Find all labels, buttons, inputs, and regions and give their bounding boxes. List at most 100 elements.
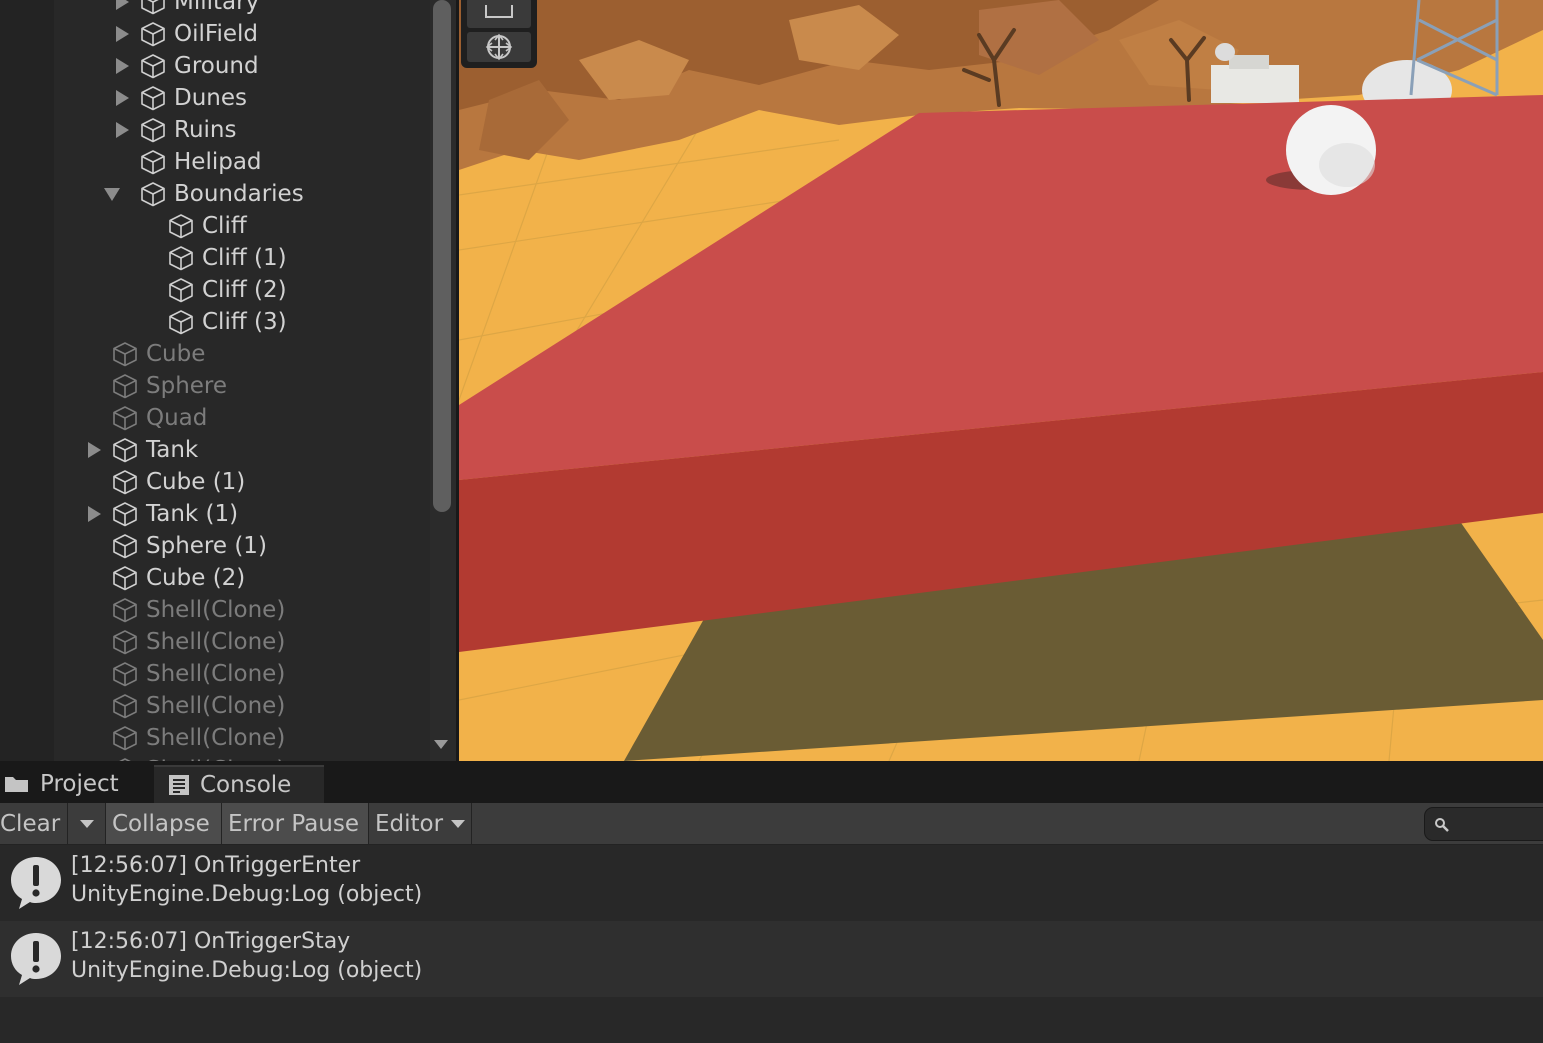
gameobject-cube-icon [141, 54, 165, 79]
expand-arrow-right-icon[interactable] [88, 506, 101, 522]
hierarchy-item-label: Shell(Clone) [146, 725, 286, 751]
console-icon [169, 775, 189, 795]
gameobject-cube-icon [141, 22, 165, 47]
info-icon [11, 933, 61, 985]
bottom-tab-bar: Project Console [0, 765, 1543, 803]
hierarchy-item[interactable]: Cliff (3) [0, 306, 430, 338]
hierarchy-item[interactable]: Helipad [0, 146, 430, 178]
transform-tool-icon [485, 33, 513, 61]
hierarchy-item-label: Tank (1) [146, 501, 239, 527]
hierarchy-item[interactable]: Quad [0, 402, 430, 434]
hierarchy-item[interactable]: Cube (1) [0, 466, 430, 498]
hierarchy-item-label: Cliff (1) [202, 245, 287, 271]
gameobject-cube-icon [113, 630, 137, 655]
gameobject-cube-icon [169, 278, 193, 303]
tab-console[interactable]: Console [154, 765, 324, 803]
gameobject-cube-icon [141, 150, 165, 175]
editor-dropdown[interactable]: Editor [369, 803, 472, 844]
error-pause-toggle-label: Error Pause [228, 810, 360, 837]
rect-tool-button[interactable] [467, 0, 531, 28]
tab-console-label: Console [200, 772, 292, 798]
error-pause-toggle[interactable]: Error Pause [222, 803, 369, 844]
hierarchy-item-label: Tank [146, 437, 199, 463]
hierarchy-item[interactable]: Cliff (1) [0, 242, 430, 274]
hierarchy-item[interactable]: Shell(Clone) [0, 690, 430, 722]
hierarchy-item[interactable]: Dunes [0, 82, 430, 114]
log-entry-source: UnityEngine.Debug:Log (object) [71, 882, 423, 907]
hierarchy-item[interactable]: Cube [0, 338, 430, 370]
log-entry-message: [12:56:07] OnTriggerStay [71, 929, 351, 954]
hierarchy-item-label: Dunes [174, 85, 247, 111]
tab-project[interactable]: Project [0, 765, 154, 803]
hierarchy-item[interactable]: Shell(Clone) [0, 754, 430, 761]
hierarchy-item[interactable]: Shell(Clone) [0, 722, 430, 754]
hierarchy-item-label: Cube (2) [146, 565, 246, 591]
expand-arrow-right-icon[interactable] [116, 90, 129, 106]
hierarchy-item[interactable]: Tank (1) [0, 498, 430, 530]
expand-arrow-right-icon[interactable] [116, 58, 129, 74]
scene-render [459, 0, 1543, 761]
gameobject-cube-icon [169, 214, 193, 239]
hierarchy-item-label: Shell(Clone) [146, 661, 286, 687]
transform-tool-button[interactable] [467, 32, 531, 62]
expand-arrow-right-icon[interactable] [88, 442, 101, 458]
gameobject-cube-icon [113, 406, 137, 431]
hierarchy-item-label: Boundaries [174, 181, 304, 207]
gameobject-cube-icon [113, 694, 137, 719]
log-entry-source: UnityEngine.Debug:Log (object) [71, 958, 423, 983]
gameobject-cube-icon [113, 598, 137, 623]
gameobject-cube-icon [141, 0, 165, 15]
hierarchy-item[interactable]: Shell(Clone) [0, 658, 430, 690]
hierarchy-item[interactable]: Sphere (1) [0, 530, 430, 562]
hierarchy-item[interactable]: Shell(Clone) [0, 626, 430, 658]
log-entry[interactable]: [12:56:07] OnTriggerStay UnityEngine.Deb… [0, 921, 1543, 997]
expand-arrow-down-icon[interactable] [104, 188, 120, 201]
scroll-down-arrow-icon[interactable] [434, 740, 448, 749]
hierarchy-item[interactable]: Tank [0, 434, 430, 466]
gameobject-cube-icon [141, 182, 165, 207]
hierarchy-item-label: Shell(Clone) [146, 693, 286, 719]
hierarchy-item[interactable]: Military [0, 0, 430, 18]
console-search-input[interactable] [1424, 807, 1543, 841]
clear-options-dropdown[interactable] [68, 803, 106, 844]
chevron-down-icon [79, 819, 94, 828]
console-log-list: [12:56:07] OnTriggerEnter UnityEngine.De… [0, 845, 1543, 1043]
hierarchy-item[interactable]: Ground [0, 50, 430, 82]
hierarchy-item-label: Shell(Clone) [146, 629, 286, 655]
hierarchy-item[interactable]: Cube (2) [0, 562, 430, 594]
hierarchy-item[interactable]: Ruins [0, 114, 430, 146]
hierarchy-item-label: Sphere [146, 373, 228, 399]
hierarchy-item-label: Cube [146, 341, 206, 367]
gameobject-cube-icon [113, 374, 137, 399]
hierarchy-item-label: Cliff (3) [202, 309, 287, 335]
hierarchy-item-label: Shell(Clone) [146, 597, 286, 623]
gameobject-cube-icon [113, 342, 137, 367]
hierarchy-item[interactable]: Cliff (2) [0, 274, 430, 306]
chevron-down-icon [451, 819, 466, 828]
scene-tools-overlay [461, 0, 537, 68]
hierarchy-item[interactable]: OilField [0, 18, 430, 50]
tab-project-label: Project [40, 771, 119, 797]
gameobject-cube-icon [113, 662, 137, 687]
hierarchy-panel: Military OilField Ground Dunes Ruins Helipad B… [0, 0, 456, 761]
log-entry[interactable]: [12:56:07] OnTriggerEnter UnityEngine.De… [0, 845, 1543, 921]
expand-arrow-right-icon[interactable] [116, 122, 129, 138]
expand-arrow-right-icon[interactable] [116, 0, 129, 10]
clear-button[interactable]: Clear [0, 803, 68, 844]
expand-arrow-right-icon[interactable] [116, 26, 129, 42]
hierarchy-item-label: Cube (1) [146, 469, 246, 495]
log-entry-text: [12:56:07] OnTriggerEnter UnityEngine.De… [71, 851, 422, 909]
hierarchy-item-label: Sphere (1) [146, 533, 267, 559]
collapse-toggle[interactable]: Collapse [106, 803, 222, 844]
hierarchy-scrollbar-thumb[interactable] [433, 0, 451, 512]
log-entry-text: [12:56:07] OnTriggerStay UnityEngine.Deb… [71, 927, 422, 985]
hierarchy-item[interactable]: Sphere [0, 370, 430, 402]
scene-view[interactable] [459, 0, 1543, 761]
hierarchy-item-label: Ruins [174, 117, 237, 143]
gameobject-cube-icon [169, 310, 193, 335]
hierarchy-item[interactable]: Cliff [0, 210, 430, 242]
hierarchy-item[interactable]: Boundaries [0, 178, 430, 210]
gameobject-cube-icon [141, 86, 165, 111]
gameobject-cube-icon [113, 534, 137, 559]
hierarchy-item[interactable]: Shell(Clone) [0, 594, 430, 626]
